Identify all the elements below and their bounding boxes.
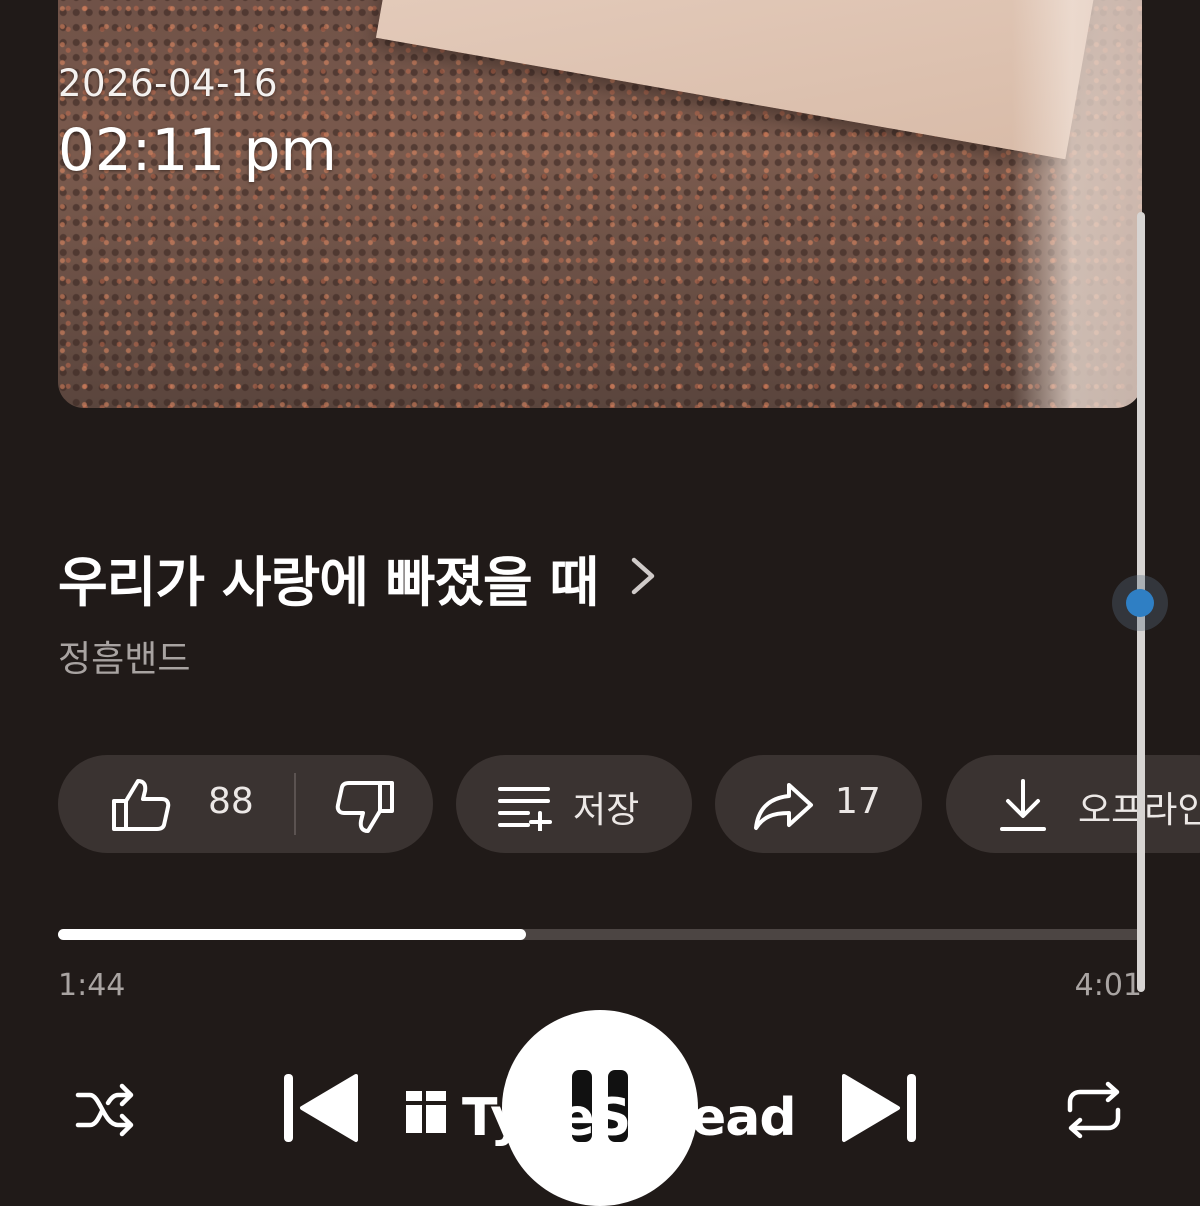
skip-next-icon: [840, 1072, 920, 1148]
next-button[interactable]: [836, 1072, 924, 1148]
song-title[interactable]: 우리가 사랑에 빠졌을 때: [58, 538, 599, 617]
status-time: 02:11 pm: [58, 116, 337, 184]
share-arrow-icon: [753, 781, 815, 831]
previous-button[interactable]: [276, 1072, 364, 1148]
shuffle-icon: [74, 1081, 138, 1143]
total-time: 4:01: [1074, 968, 1142, 1003]
share-count: 17: [835, 781, 881, 822]
status-date: 2026-04-16: [58, 62, 279, 105]
skip-previous-icon: [280, 1072, 360, 1148]
artist-name[interactable]: 정흠밴드: [58, 630, 190, 682]
download-icon: [998, 779, 1048, 833]
watermark: TypeSpread: [404, 1088, 797, 1148]
progress-bar[interactable]: [58, 929, 1142, 940]
thumbs-up-icon[interactable]: [110, 777, 172, 833]
save-button[interactable]: 저장: [456, 755, 692, 853]
watermark-text: TypeSpread: [462, 1088, 797, 1148]
like-count: 88: [208, 781, 254, 822]
scrollbar-thumb[interactable]: [1126, 589, 1154, 617]
repeat-icon: [1062, 1080, 1126, 1144]
action-bar: 88 저장 17: [58, 755, 1200, 853]
watermark-logo-icon: [404, 1088, 448, 1148]
thumbs-down-icon[interactable]: [334, 779, 396, 835]
repeat-button[interactable]: [1056, 1078, 1132, 1146]
like-divider: [294, 773, 296, 835]
share-button[interactable]: 17: [715, 755, 922, 853]
song-title-row[interactable]: 우리가 사랑에 빠졌을 때: [58, 538, 658, 617]
playlist-add-icon: [498, 783, 554, 831]
elapsed-time: 1:44: [58, 968, 126, 1003]
shuffle-button[interactable]: [68, 1078, 144, 1146]
album-art-paper: [375, 0, 1101, 160]
album-art-ribbon: [1012, 0, 1142, 408]
like-dislike-pill: 88: [58, 755, 433, 853]
chevron-right-icon[interactable]: [628, 554, 658, 602]
save-label: 저장: [573, 790, 640, 831]
progress-fill: [58, 929, 527, 940]
offline-download-button[interactable]: 오프라인: [946, 755, 1200, 853]
